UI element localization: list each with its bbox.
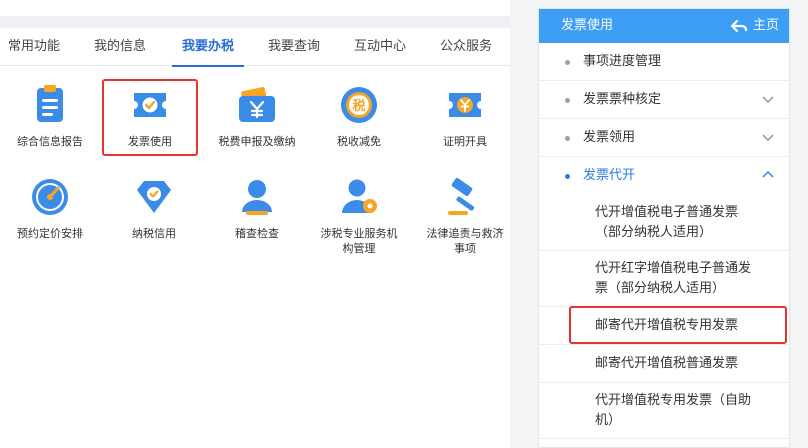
menu-item-label: 发票代开 — [583, 168, 636, 183]
sub-item-mail-normal-invoice[interactable]: 邮寄代开增值税普通发票 — [539, 345, 789, 383]
grid-item-label-line1: 法律追责与救济 — [426, 227, 504, 240]
chevron-down-icon — [762, 96, 774, 103]
grid-item-legal-remedy[interactable]: 法律追责与救济 事项 — [418, 176, 512, 256]
diamond-check-icon — [133, 176, 175, 218]
menu-item-progress-management[interactable]: 事项进度管理 — [539, 43, 789, 81]
menu-item-invoice-collection[interactable]: 发票领用 — [539, 119, 789, 157]
grid-item-tax-declare-pay[interactable]: 税费申报及缴纳 — [210, 84, 304, 149]
sub-item-red-e-normal-invoice[interactable]: 代开红字增值税电子普通发 票（部分纳税人适用） — [539, 251, 789, 307]
home-link[interactable]: 主页 — [730, 9, 779, 43]
grid-item-label-line2: 事项 — [454, 242, 476, 255]
tab-query[interactable]: 我要查询 — [258, 28, 330, 66]
menu-item-label: 发票票种核定 — [583, 92, 662, 107]
grid-item-label: 预约定价安排 — [17, 227, 83, 240]
chevron-up-icon — [762, 171, 774, 178]
sub-item-line2: （部分纳税人适用） — [595, 225, 713, 240]
person-icon — [236, 176, 278, 218]
bullet-dot — [565, 174, 570, 179]
bullet-dot — [565, 98, 570, 103]
person-gear-icon — [338, 176, 380, 218]
sub-item-line1: 代开增值税专用发票（自助 — [595, 393, 752, 408]
tab-my-info[interactable]: 我的信息 — [84, 28, 156, 66]
gavel-icon — [444, 176, 486, 218]
ticket-check-icon — [129, 84, 171, 126]
menu-item-invoice-proxy-issue[interactable]: 发票代开 — [539, 157, 789, 195]
tab-tax-handling[interactable]: 我要办税 — [172, 28, 244, 67]
menu-item-label: 事项进度管理 — [583, 54, 662, 69]
wallet-yen-icon — [236, 84, 278, 126]
home-label: 主页 — [752, 18, 779, 33]
chevron-down-icon — [762, 134, 774, 141]
sub-item-mail-special-invoice[interactable]: 邮寄代开增值税专用发票 — [539, 307, 789, 345]
invoice-side-menu: 发票使用 主页 事项进度管理 发票票种核定 发票领用 发票代开 代开增值税电子普… — [538, 8, 790, 448]
ticket-yen-icon — [444, 84, 486, 126]
tab-interaction-center[interactable]: 互动中心 — [344, 28, 416, 66]
grid-item-label: 发票使用 — [128, 135, 172, 148]
menu-item-invoice-type-approval[interactable]: 发票票种核定 — [539, 81, 789, 119]
grid-item-inspection[interactable]: 稽查检查 — [210, 176, 304, 241]
sub-item-line1: 邮寄代开增值税普通发票 — [595, 356, 739, 371]
grid-item-label: 证明开具 — [443, 135, 487, 148]
grid-item-label: 税收减免 — [337, 135, 381, 148]
sub-item-line2: 票（部分纳税人适用） — [595, 281, 726, 296]
grid-item-label: 综合信息报告 — [17, 135, 83, 148]
grid-item-certificate-issue[interactable]: 证明开具 — [418, 84, 512, 149]
back-arrow-icon — [730, 20, 747, 32]
sub-item-e-normal-invoice[interactable]: 代开增值税电子普通发票 （部分纳税人适用） — [539, 195, 789, 251]
menu-item-label: 发票领用 — [583, 130, 636, 145]
side-menu-header: 发票使用 主页 — [539, 9, 789, 43]
grid-item-tax-credit[interactable]: 纳税信用 — [107, 176, 201, 241]
sub-item-self-service-special-invoice[interactable]: 代开增值税专用发票（自助 机） — [539, 383, 789, 439]
tab-tax-handling-label: 我要办税 — [181, 39, 234, 54]
main-tabs: 常用功能 我的信息 我要办税 我要查询 互动中心 公众服务 — [0, 28, 510, 67]
grid-item-tax-agency-management[interactable]: 涉税专业服务机 构管理 — [312, 176, 406, 256]
grid-item-info-report[interactable]: 综合信息报告 — [3, 84, 97, 149]
grid-item-invoice-use[interactable]: 发票使用 — [103, 84, 197, 149]
grid-item-label: 税费申报及缴纳 — [218, 135, 296, 148]
sub-item-line1: 代开红字增值税电子普通发 — [595, 261, 752, 276]
bullet-dot — [565, 136, 570, 141]
services-panel: 常用功能 我的信息 我要办税 我要查询 互动中心 公众服务 综合信息报告 发票使… — [0, 0, 510, 448]
tab-common-functions[interactable]: 常用功能 — [0, 28, 68, 66]
report-icon — [29, 84, 71, 126]
sub-item-line1: 邮寄代开增值税专用发票 — [595, 318, 739, 333]
grid-item-label: 纳税信用 — [132, 227, 176, 240]
tab-public-service[interactable]: 公众服务 — [430, 28, 502, 66]
grid-item-tax-relief[interactable]: 税 税收减免 — [312, 84, 406, 149]
side-menu-title: 发票使用 — [561, 18, 614, 33]
bullet-dot — [565, 60, 570, 65]
sub-item-line2: 机） — [595, 413, 622, 428]
svg-text:税: 税 — [352, 98, 365, 114]
gauge-icon — [29, 176, 71, 218]
grid-item-pricing-arrangement[interactable]: 预约定价安排 — [3, 176, 97, 241]
grid-item-label-line1: 涉税专业服务机 — [320, 227, 398, 240]
active-tab-underline — [172, 65, 244, 67]
top-strip — [0, 16, 510, 28]
grid-item-label: 稽查检查 — [235, 227, 279, 240]
tax-coin-icon: 税 — [338, 84, 380, 126]
sub-item-line1: 代开增值税电子普通发票 — [595, 205, 739, 220]
grid-item-label-line2: 构管理 — [342, 242, 376, 255]
